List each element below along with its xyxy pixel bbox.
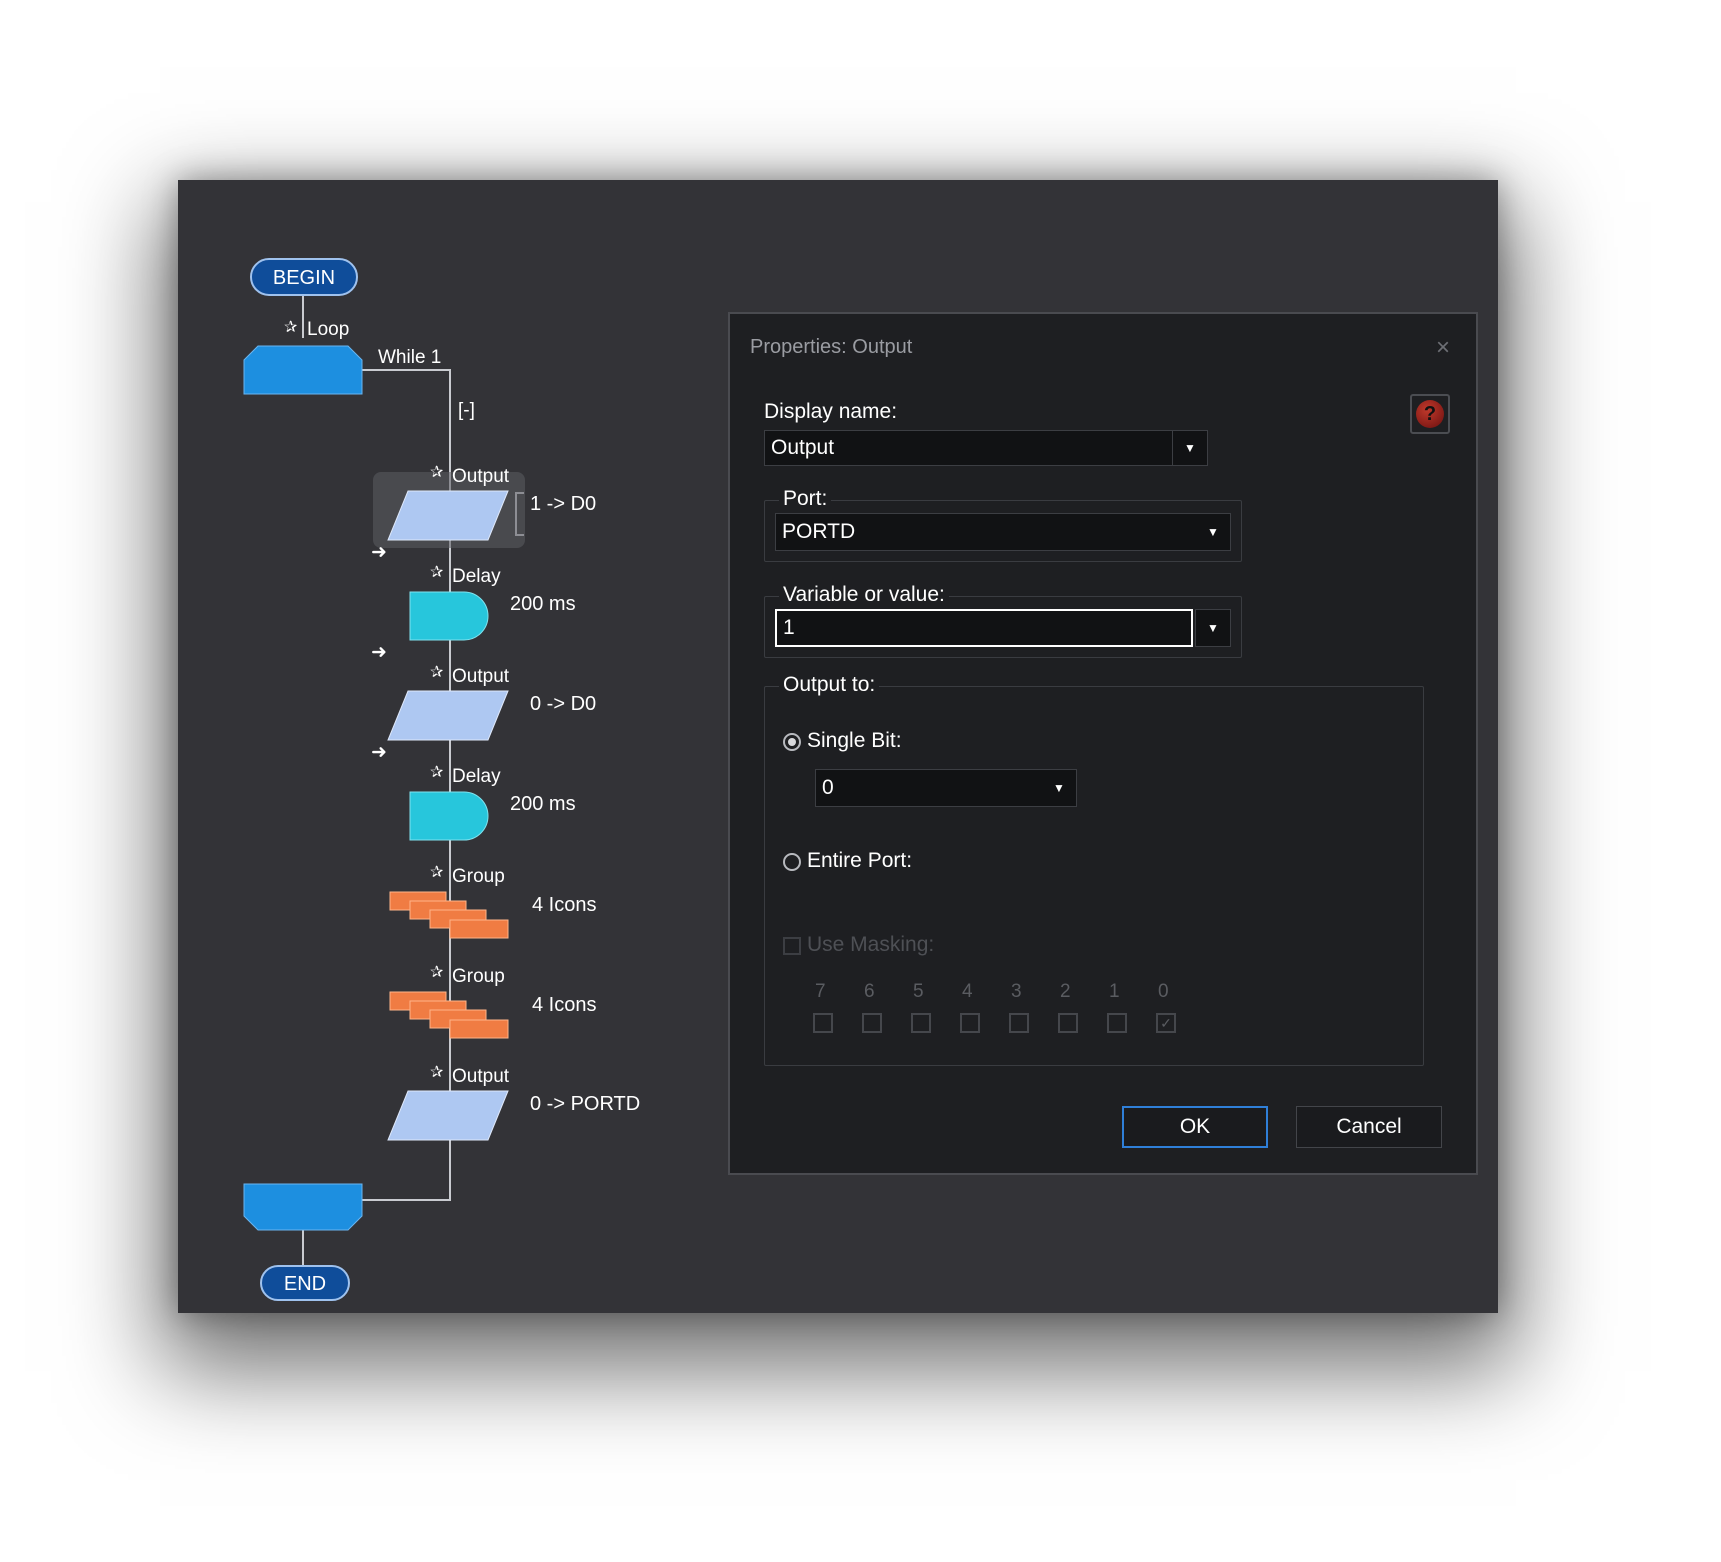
output-icon-1[interactable] <box>387 490 509 541</box>
port-combo[interactable]: PORTD ▼ <box>775 513 1231 551</box>
bit-checkbox-7[interactable] <box>813 1013 833 1033</box>
icon-value-6: 4 Icons <box>532 994 596 1016</box>
cancel-button[interactable]: Cancel <box>1296 1106 1442 1148</box>
flowcode-window: BEGIN ✰ Loop While 1 [-] ✰ Output 1 -> D… <box>178 180 1498 1313</box>
arrow-right-icon: ➜ <box>371 542 387 563</box>
star-icon: ✰ <box>430 864 444 881</box>
star-icon: ✰ <box>284 319 298 336</box>
star-icon: ✰ <box>430 464 444 481</box>
bit-label-5: 5 <box>913 981 924 1002</box>
entire-port-label: Entire Port: <box>807 849 913 872</box>
bit-checkbox-4[interactable] <box>960 1013 980 1033</box>
single-bit-combo[interactable]: 0 ▼ <box>815 769 1077 807</box>
chevron-down-icon[interactable]: ▼ <box>1042 770 1076 806</box>
loop-start-icon[interactable] <box>243 345 363 395</box>
bit-label-3: 3 <box>1011 981 1022 1002</box>
variable-group: Variable or value: 1 ▼ <box>764 583 1242 658</box>
output-to-label: Output to: <box>779 673 880 697</box>
icon-value-5: 4 Icons <box>532 894 596 916</box>
icon-label-7: Output <box>452 1066 510 1087</box>
help-button[interactable]: ? <box>1410 394 1450 434</box>
icon-label-6: Group <box>452 966 505 987</box>
loop-label: Loop <box>307 319 349 340</box>
delay-icon-2[interactable] <box>409 791 489 841</box>
port-value: PORTD <box>782 520 856 543</box>
properties-dialog: Properties: Output × ? Display name: Out… <box>728 312 1478 1175</box>
port-label: Port: <box>779 487 832 511</box>
star-icon: ✰ <box>430 564 444 581</box>
end-terminal[interactable]: END <box>260 1265 350 1301</box>
check-icon: ✓ <box>1160 1015 1172 1031</box>
output-to-group: Output to: Single Bit: 0 ▼ Entire Port: … <box>764 673 1424 1066</box>
help-icon: ? <box>1416 400 1444 428</box>
loop-condition: While 1 <box>378 347 441 368</box>
arrow-right-icon: ➜ <box>371 742 387 763</box>
bit-label-2: 2 <box>1060 981 1071 1002</box>
bit-label-7: 7 <box>815 981 826 1002</box>
bit-label-6: 6 <box>864 981 875 1002</box>
bit-checkbox-5[interactable] <box>911 1013 931 1033</box>
bit-checkbox-3[interactable] <box>1009 1013 1029 1033</box>
bit-checkbox-2[interactable] <box>1058 1013 1078 1033</box>
variable-value: 1 <box>783 616 795 639</box>
icon-value-1: 1 -> D0 <box>530 493 596 515</box>
port-group: Port: PORTD ▼ <box>764 487 1242 562</box>
loop-end-icon[interactable] <box>243 1183 363 1231</box>
use-masking-label: Use Masking: <box>807 933 935 956</box>
chevron-down-icon[interactable]: ▼ <box>1172 431 1207 465</box>
icon-label-2: Delay <box>452 566 501 587</box>
chevron-down-icon[interactable]: ▼ <box>1196 514 1230 550</box>
output-icon-3[interactable] <box>387 1090 509 1141</box>
arrow-right-icon: ➜ <box>371 642 387 663</box>
icon-value-7: 0 -> PORTD <box>530 1093 640 1115</box>
bit-checkbox-1[interactable] <box>1107 1013 1127 1033</box>
collapse-toggle[interactable]: [-] <box>458 400 475 421</box>
begin-label: BEGIN <box>273 267 335 289</box>
bit-label-1: 1 <box>1109 981 1120 1002</box>
single-bit-value: 0 <box>822 776 834 799</box>
display-name-label: Display name: <box>764 400 898 423</box>
close-icon[interactable]: × <box>1436 334 1450 362</box>
output-icon-2[interactable] <box>387 690 509 741</box>
entire-port-radio[interactable] <box>783 853 801 871</box>
delay-icon-1[interactable] <box>409 591 489 641</box>
ok-button[interactable]: OK <box>1122 1106 1268 1148</box>
icon-value-4: 200 ms <box>510 793 576 815</box>
bit-label-4: 4 <box>962 981 973 1002</box>
end-label: END <box>284 1273 326 1295</box>
use-masking-checkbox[interactable] <box>783 937 801 955</box>
icon-label-4: Delay <box>452 766 501 787</box>
bit-label-0: 0 <box>1158 981 1169 1002</box>
icon-label-5: Group <box>452 866 505 887</box>
chevron-down-icon[interactable]: ▼ <box>1196 610 1230 646</box>
dialog-title: Properties: Output <box>750 336 913 358</box>
variable-dropdown[interactable]: ▼ <box>1195 609 1231 647</box>
star-icon: ✰ <box>430 764 444 781</box>
icon-value-3: 0 -> D0 <box>530 693 596 715</box>
icon-value-2: 200 ms <box>510 593 576 615</box>
variable-label: Variable or value: <box>779 583 949 607</box>
star-icon: ✰ <box>430 1064 444 1081</box>
icon-label-1: Output <box>452 466 510 487</box>
star-icon: ✰ <box>430 664 444 681</box>
single-bit-label: Single Bit: <box>807 729 902 752</box>
display-name-combo[interactable]: Output ▼ <box>764 430 1208 466</box>
star-icon: ✰ <box>430 964 444 981</box>
bit-checkbox-0[interactable]: ✓ <box>1156 1013 1176 1033</box>
single-bit-radio[interactable] <box>783 733 801 751</box>
display-name-value: Output <box>771 436 835 459</box>
icon-label-3: Output <box>452 666 510 687</box>
variable-input[interactable]: 1 <box>775 609 1193 647</box>
begin-terminal[interactable]: BEGIN <box>250 258 358 296</box>
bit-checkbox-6[interactable] <box>862 1013 882 1033</box>
